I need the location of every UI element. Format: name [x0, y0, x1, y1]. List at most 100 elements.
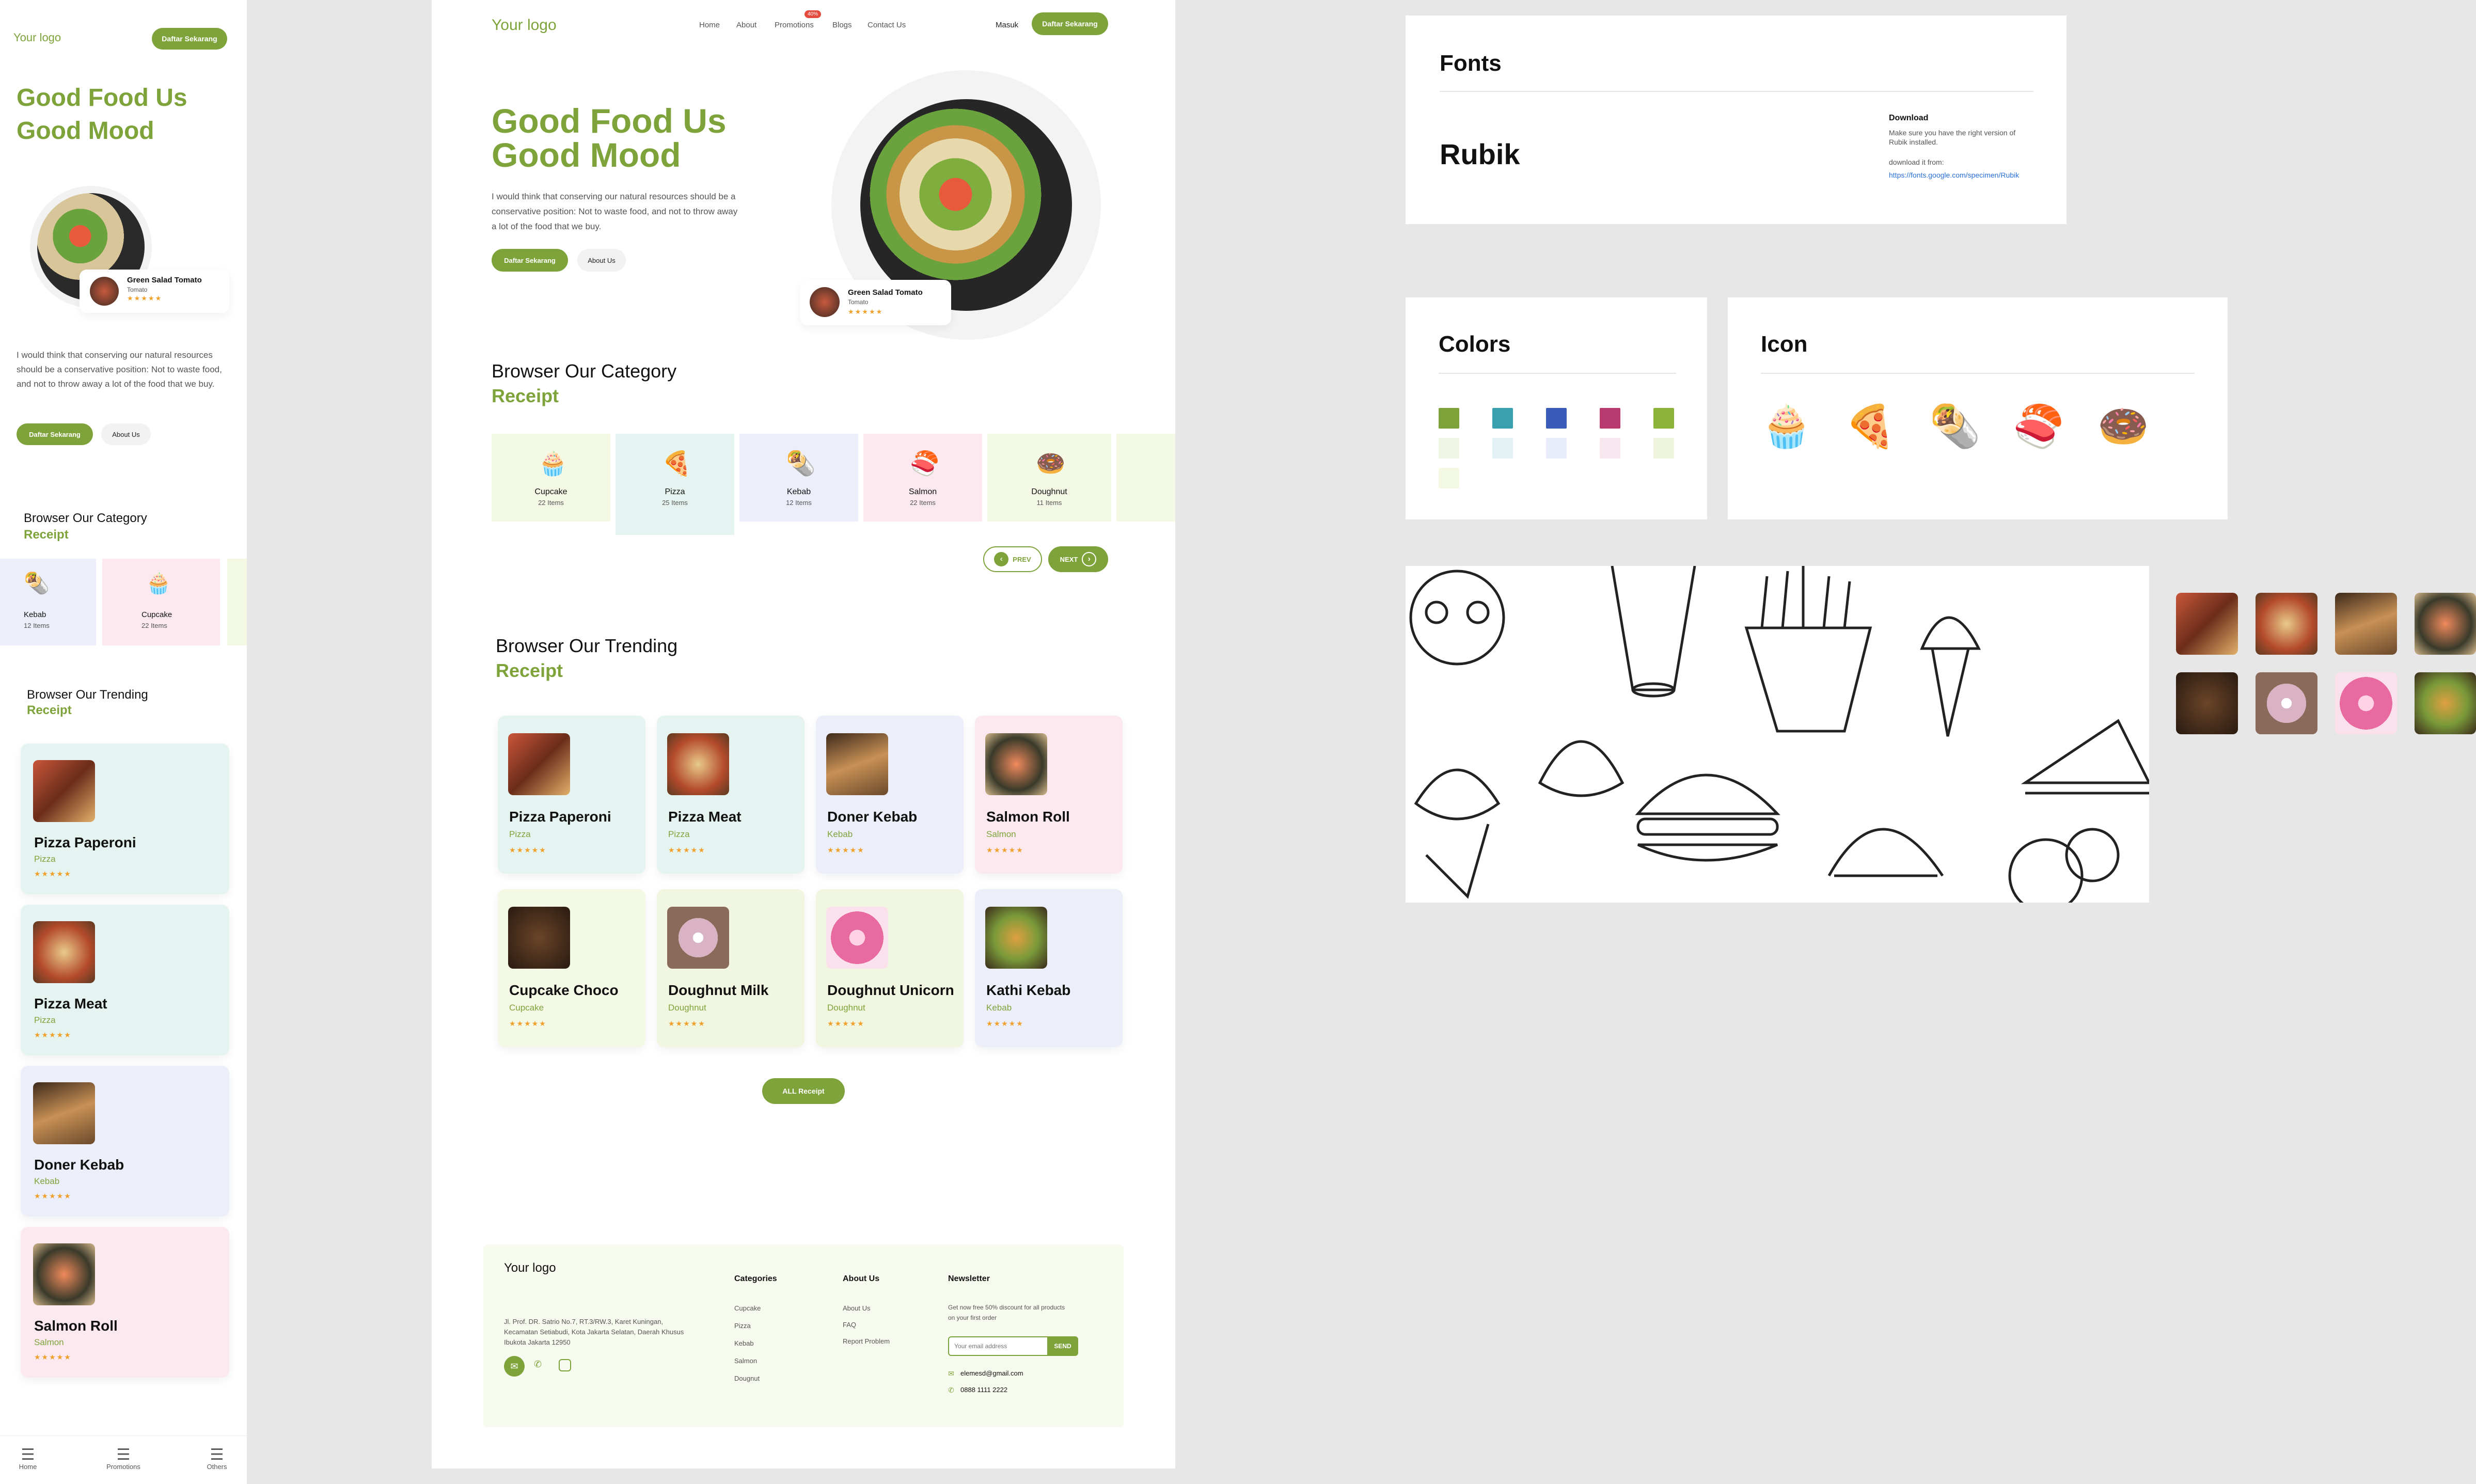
download-title: Download: [1889, 114, 1929, 122]
trend-card-7[interactable]: Kathi Kebab Kebab ★★★★★: [975, 889, 1123, 1047]
footer-phone[interactable]: 0888 1111 2222: [960, 1386, 1007, 1394]
mobile-trend-name: Salmon Roll: [34, 1318, 118, 1334]
mobile-tab-home[interactable]: ☰ Home: [12, 1447, 43, 1471]
cat-name: Doughnut: [1031, 487, 1067, 496]
icons-title: Icon: [1761, 331, 1808, 357]
kebab-icon: 🌯: [24, 572, 50, 595]
hero-desc: I would think that conserving our natura…: [492, 192, 738, 231]
nav-contact[interactable]: Contact Us: [868, 21, 906, 29]
hero-daftar-button[interactable]: Daftar Sekarang: [492, 249, 568, 272]
next-label: NEXT: [1060, 555, 1078, 563]
trend-card-6[interactable]: Doughnut Unicorn Doughnut ★★★★★: [816, 889, 964, 1047]
footer: Your logo Jl. Prof. DR. Satrio No.7, RT.…: [483, 1244, 1124, 1427]
cat-card-kebab[interactable]: 🌯 Kebab 12 Items: [739, 434, 858, 522]
mobile-cat-card-1[interactable]: 🧁 Cupcake 22 Items: [102, 559, 220, 645]
cat-card-cupcake[interactable]: 🧁 Cupcake 22 Items: [492, 434, 610, 522]
mobile-dish-card[interactable]: Green Salad Tomato Tomato ★★★★★: [80, 270, 229, 313]
download-from: download it from:: [1889, 158, 1944, 166]
cat-card-salmon[interactable]: 🍣 Salmon 22 Items: [863, 434, 982, 522]
color-swatch-light-4: [1653, 438, 1674, 459]
logo[interactable]: Your logo: [492, 17, 557, 34]
prev-button[interactable]: ‹ PREV: [983, 546, 1042, 572]
mobile-trend-card-3[interactable]: Salmon Roll Salmon ★★★★★: [21, 1227, 229, 1378]
mobile-tab-promotions[interactable]: ☰ Promotions: [95, 1447, 152, 1471]
cupcake-icon: 🧁: [1761, 403, 1812, 449]
mobile-dish-stars: ★★★★★: [127, 294, 163, 302]
phone-icon[interactable]: ✆: [534, 1359, 542, 1370]
footer-cat-link[interactable]: Kebab: [734, 1339, 754, 1347]
next-button[interactable]: NEXT ›: [1048, 546, 1108, 572]
hero-about-button[interactable]: About Us: [577, 249, 626, 272]
footer-about-link[interactable]: About Us: [843, 1304, 870, 1312]
footer-categories-title: Categories: [734, 1274, 777, 1283]
download-link[interactable]: https://fonts.google.com/specimen/Rubik: [1889, 170, 2033, 180]
hero-title-2: Good Mood: [492, 136, 681, 174]
mobile-dish-sub: Tomato: [127, 286, 148, 293]
mobile-trend-image: [33, 1082, 95, 1144]
footer-cat-link[interactable]: Cupcake: [734, 1304, 761, 1312]
footer-cat-link[interactable]: Salmon: [734, 1357, 757, 1365]
cat-card-pizza[interactable]: 🍕 Pizza 25 Items: [616, 434, 734, 535]
dish-card[interactable]: Green Salad Tomato Tomato ★★★★★: [800, 280, 951, 325]
mobile-trend-image: [33, 921, 95, 983]
trend-cat: Pizza: [668, 829, 690, 839]
food-photo-tile: [2256, 593, 2317, 655]
mobile-hero-daftar-button[interactable]: Daftar Sekarang: [17, 423, 93, 445]
trend-image: [826, 907, 888, 969]
nav-blogs[interactable]: Blogs: [832, 21, 852, 29]
instagram-icon[interactable]: [559, 1359, 571, 1371]
cat-card-doughnut[interactable]: 🍩 Doughnut 11 Items: [987, 434, 1111, 522]
desktop-panel: Your logo Home About Promotions 40% Blog…: [432, 0, 1175, 1469]
colors-title: Colors: [1439, 331, 1511, 357]
trend-card-1[interactable]: Pizza Meat Pizza ★★★★★: [657, 716, 805, 874]
mail-icon[interactable]: ✉: [504, 1356, 525, 1377]
mobile-hero-about-button[interactable]: About Us: [101, 423, 151, 445]
footer-about-link[interactable]: Report Problem: [843, 1337, 890, 1345]
mobile-daftar-button[interactable]: Daftar Sekarang: [152, 28, 227, 50]
trend-card-2[interactable]: Doner Kebab Kebab ★★★★★: [816, 716, 964, 874]
mobile-logo[interactable]: Your logo: [13, 31, 61, 44]
nav-home[interactable]: Home: [699, 21, 720, 29]
chevron-left-icon: ‹: [994, 552, 1009, 566]
trend-card-0[interactable]: Pizza Paperoni Pizza ★★★★★: [498, 716, 645, 874]
mobile-tab-others[interactable]: ☰ Others: [201, 1447, 232, 1471]
salmon-icon: 🍣: [910, 450, 940, 477]
cat-card-peek[interactable]: [1116, 434, 1175, 522]
dish-thumb: [810, 287, 840, 317]
footer-logo[interactable]: Your logo: [504, 1261, 556, 1275]
icons-divider: [1761, 373, 2195, 374]
trend-card-5[interactable]: Doughnut Milk Doughnut ★★★★★: [657, 889, 805, 1047]
food-photo-tile: [2415, 593, 2476, 655]
color-swatch-light-5: [1439, 468, 1459, 488]
category-title: Browser Our Category: [492, 360, 677, 382]
footer-email[interactable]: elemesd@gmail.com: [960, 1369, 1023, 1377]
footer-about-link[interactable]: FAQ: [843, 1321, 856, 1329]
masuk-link[interactable]: Masuk: [996, 21, 1018, 29]
nav-about[interactable]: About: [736, 21, 756, 29]
color-swatch-3: [1600, 408, 1620, 429]
footer-cat-link[interactable]: Pizza: [734, 1322, 751, 1330]
newsletter-email-input[interactable]: [948, 1336, 1048, 1356]
chevron-right-icon: ›: [1082, 552, 1097, 566]
nav-promotions[interactable]: Promotions: [775, 21, 814, 29]
mobile-trend-card-0[interactable]: Pizza Paperoni Pizza ★★★★★: [21, 744, 229, 894]
trend-cat: Kebab: [986, 1003, 1012, 1013]
mobile-trend-card-1[interactable]: Pizza Meat Pizza ★★★★★: [21, 905, 229, 1055]
mobile-trend-name: Pizza Meat: [34, 996, 107, 1012]
mobile-cat-card-peek[interactable]: [227, 559, 247, 645]
mobile-cat-name: Cupcake: [141, 610, 172, 619]
trend-card-3[interactable]: Salmon Roll Salmon ★★★★★: [975, 716, 1123, 874]
nav-daftar-button[interactable]: Daftar Sekarang: [1032, 12, 1108, 35]
mobile-trend-card-2[interactable]: Doner Kebab Kebab ★★★★★: [21, 1066, 229, 1217]
trend-name: Doner Kebab: [827, 809, 918, 825]
footer-cat-link[interactable]: Dougnut: [734, 1375, 760, 1382]
color-swatch-light-2: [1546, 438, 1567, 459]
food-photo-tile: [2176, 672, 2238, 734]
mobile-trend-cat: Kebab: [34, 1176, 60, 1186]
trend-card-4[interactable]: Cupcake Choco Cupcake ★★★★★: [498, 889, 645, 1047]
food-photo-tile: [2335, 593, 2397, 655]
all-receipt-button[interactable]: ALL Receipt: [762, 1078, 845, 1104]
mobile-cat-card-0[interactable]: 🌯 Kebab 12 Items: [0, 559, 96, 645]
send-button[interactable]: SEND: [1047, 1336, 1078, 1356]
food-photo-tile: [2335, 672, 2397, 734]
